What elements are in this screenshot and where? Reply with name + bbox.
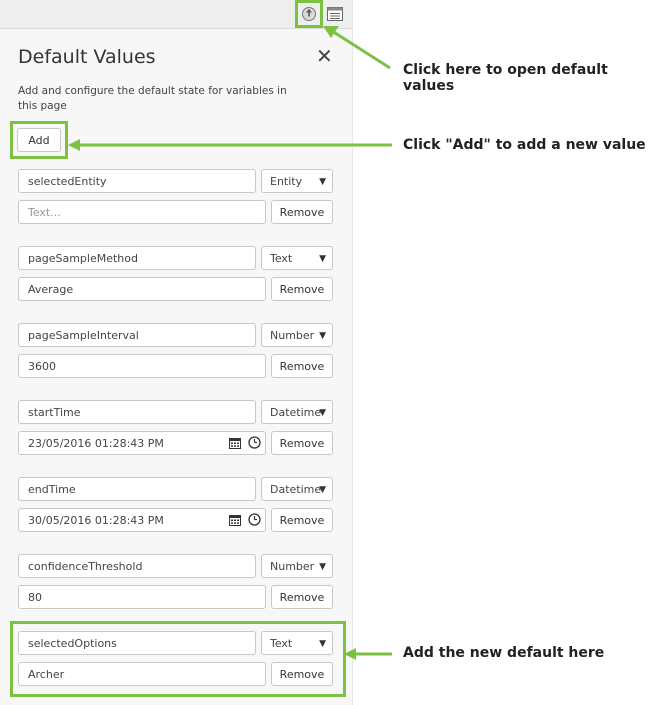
callout-new-default: Add the new default here [403,645,605,661]
callout-open-default-values: Click here to open default values [403,62,608,94]
callout-add-value: Click "Add" to add a new value [403,137,646,153]
callout-arrows [68,26,392,660]
